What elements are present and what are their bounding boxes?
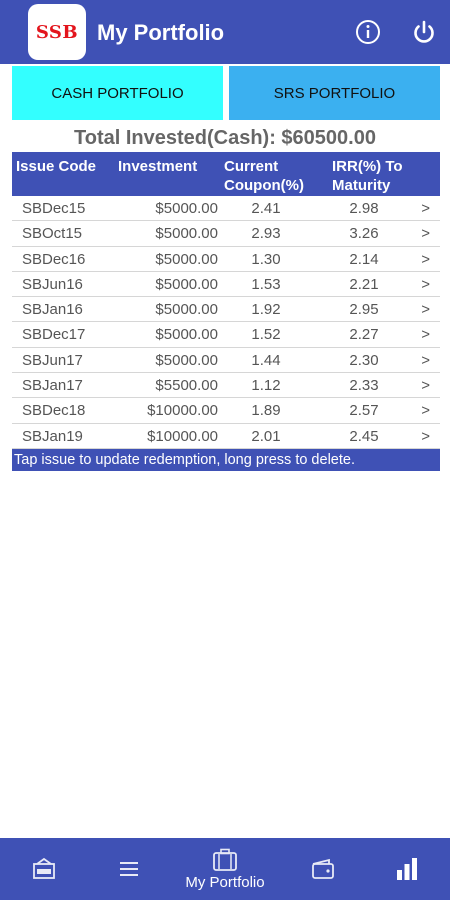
header-coupon-line2: Coupon(%) bbox=[224, 177, 304, 194]
new-issue-icon bbox=[33, 857, 55, 879]
bottom-nav: My Portfolio bbox=[0, 838, 450, 900]
table-row[interactable]: SBDec18 $10000.00 1.89 2.57 > bbox=[12, 398, 440, 424]
row-arrow-icon: > bbox=[421, 301, 430, 319]
header-irr-line2: Maturity bbox=[332, 177, 391, 194]
table-row[interactable]: SBJun16 $5000.00 1.53 2.21 > bbox=[12, 272, 440, 298]
total-invested: Total Invested(Cash): $60500.00 bbox=[74, 127, 376, 149]
table-row[interactable]: SBDec17 $5000.00 1.52 2.27 > bbox=[12, 322, 440, 348]
irr-value: 3.26 bbox=[349, 225, 379, 243]
row-arrow-icon: > bbox=[421, 402, 430, 420]
row-arrow-icon: > bbox=[421, 326, 430, 344]
investment-value: $5500.00 bbox=[155, 377, 218, 395]
issue-code: SBDec16 bbox=[22, 250, 86, 268]
nav-my-portfolio[interactable]: My Portfolio bbox=[170, 838, 280, 900]
nav-menu[interactable] bbox=[114, 838, 144, 900]
irr-value: 2.27 bbox=[349, 326, 379, 344]
table-row[interactable]: SBJan16 $5000.00 1.92 2.95 > bbox=[12, 297, 440, 323]
coupon-value: 1.92 bbox=[251, 301, 281, 319]
investment-value: $5000.00 bbox=[155, 225, 218, 243]
portfolio-table: Issue Code Investment Current Coupon(%) … bbox=[12, 152, 440, 471]
coupon-value: 1.52 bbox=[251, 326, 281, 344]
table-row[interactable]: SBJan17 $5500.00 1.12 2.33 > bbox=[12, 373, 440, 399]
issue-code: SBJan19 bbox=[22, 427, 83, 445]
header-issue-code: Issue Code bbox=[16, 158, 97, 175]
table-header: Issue Code Investment Current Coupon(%) … bbox=[12, 152, 440, 196]
issue-code: SBJan16 bbox=[22, 301, 83, 319]
nav-wallet[interactable] bbox=[308, 838, 338, 900]
table-body: SBDec15 $5000.00 2.41 2.98 > SBOct15 $50… bbox=[12, 196, 440, 449]
header-investment: Investment bbox=[118, 158, 198, 175]
header-irr-line1: IRR(%) To bbox=[332, 158, 403, 175]
table-row[interactable]: SBJan19 $10000.00 2.01 2.45 > bbox=[12, 424, 440, 449]
investment-value: $10000.00 bbox=[147, 402, 218, 420]
investment-value: $5000.00 bbox=[155, 326, 218, 344]
tab-srs-portfolio[interactable]: SRS PORTFOLIO bbox=[229, 66, 440, 120]
coupon-value: 1.89 bbox=[251, 402, 281, 420]
row-arrow-icon: > bbox=[421, 275, 430, 293]
irr-value: 2.57 bbox=[349, 402, 379, 420]
nav-label-my-portfolio: My Portfolio bbox=[185, 873, 265, 891]
table-row[interactable]: SBOct15 $5000.00 2.93 3.26 > bbox=[12, 221, 440, 247]
table-row[interactable]: SBDec16 $5000.00 1.30 2.14 > bbox=[12, 247, 440, 272]
portfolio-tabs: CASH PORTFOLIO SRS PORTFOLIO bbox=[12, 66, 440, 120]
row-arrow-icon: > bbox=[421, 250, 430, 268]
tab-cash-portfolio[interactable]: CASH PORTFOLIO bbox=[12, 66, 223, 120]
bar-chart-icon bbox=[397, 858, 417, 880]
irr-value: 2.33 bbox=[349, 377, 379, 395]
coupon-value: 2.41 bbox=[251, 200, 281, 217]
coupon-value: 1.30 bbox=[251, 250, 281, 268]
issue-code: SBJun16 bbox=[22, 275, 83, 293]
wallet-icon bbox=[312, 858, 334, 879]
menu-list-icon bbox=[120, 862, 138, 876]
issue-code: SBDec15 bbox=[22, 200, 86, 217]
row-arrow-icon: > bbox=[421, 351, 430, 369]
table-row[interactable]: SBDec15 $5000.00 2.41 2.98 > bbox=[12, 196, 440, 222]
irr-value: 2.95 bbox=[349, 301, 379, 319]
investment-value: $5000.00 bbox=[155, 250, 218, 268]
irr-value: 2.30 bbox=[349, 351, 379, 369]
row-arrow-icon: > bbox=[421, 225, 430, 243]
app-bar: SSB My Portfolio bbox=[0, 0, 450, 64]
issue-code: SBDec17 bbox=[22, 326, 86, 344]
issue-code: SBDec18 bbox=[22, 402, 86, 420]
table-hint: Tap issue to update redemption, long pre… bbox=[12, 448, 440, 471]
row-arrow-icon: > bbox=[421, 427, 430, 445]
coupon-value: 1.53 bbox=[251, 275, 281, 293]
issue-code: SBJan17 bbox=[22, 377, 83, 395]
investment-value: $5000.00 bbox=[155, 351, 218, 369]
issue-code: SBJun17 bbox=[22, 351, 83, 369]
investment-value: $10000.00 bbox=[147, 427, 218, 445]
coupon-value: 2.93 bbox=[251, 225, 281, 243]
irr-value: 2.14 bbox=[349, 250, 379, 268]
info-icon[interactable] bbox=[354, 18, 382, 46]
coupon-value: 1.12 bbox=[251, 377, 281, 395]
investment-value: $5000.00 bbox=[155, 301, 218, 319]
header-current-coupon: Current Coupon(%) bbox=[224, 157, 304, 195]
irr-value: 2.98 bbox=[349, 200, 379, 217]
page-title: My Portfolio bbox=[97, 20, 225, 45]
irr-value: 2.21 bbox=[349, 275, 379, 293]
investment-value: $5000.00 bbox=[155, 275, 218, 293]
coupon-value: 1.44 bbox=[251, 351, 281, 369]
investment-value: $5000.00 bbox=[155, 200, 218, 217]
header-irr: IRR(%) To Maturity bbox=[332, 157, 403, 195]
irr-value: 2.45 bbox=[349, 427, 379, 445]
briefcase-icon bbox=[213, 848, 237, 871]
issue-code: SBOct15 bbox=[22, 225, 83, 243]
row-arrow-icon: > bbox=[421, 377, 430, 395]
table-row[interactable]: SBJun17 $5000.00 1.44 2.30 > bbox=[12, 348, 440, 374]
logo-text: SSB bbox=[35, 21, 79, 43]
row-arrow-icon: > bbox=[421, 200, 430, 217]
nav-statistics[interactable] bbox=[392, 838, 422, 900]
header-coupon-line1: Current bbox=[224, 158, 279, 175]
power-icon[interactable] bbox=[410, 18, 438, 46]
nav-new-issue[interactable] bbox=[26, 838, 62, 900]
app-logo: SSB bbox=[28, 4, 86, 60]
coupon-value: 2.01 bbox=[251, 427, 281, 445]
